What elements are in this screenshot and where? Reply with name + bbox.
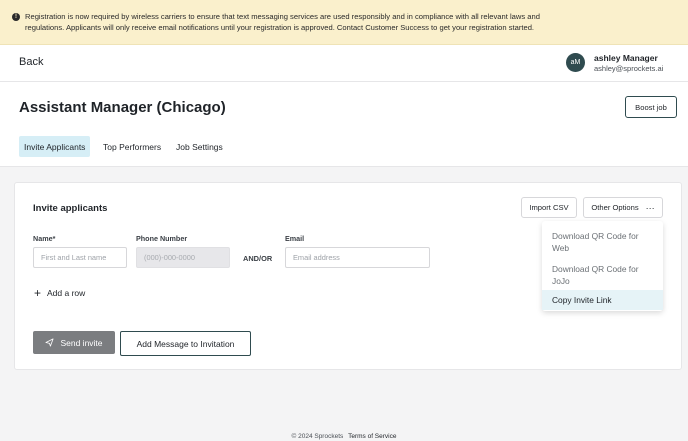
top-bar: Back aM ashley Manager ashley@sprockets.… bbox=[0, 45, 688, 82]
phone-input[interactable]: (000)-000-0000 bbox=[136, 247, 230, 268]
name-input[interactable]: First and Last name bbox=[33, 247, 127, 268]
email-label: Email bbox=[285, 234, 305, 243]
banner-text: Registration is now required by wireless… bbox=[25, 12, 540, 32]
send-invite-button[interactable]: Send invite bbox=[33, 331, 115, 354]
terms-link[interactable]: Terms of Service bbox=[348, 433, 396, 440]
menu-item-copy-invite-link[interactable]: Copy Invite Link bbox=[542, 290, 663, 310]
more-icon: ··· bbox=[645, 202, 655, 213]
email-input[interactable]: Email address bbox=[285, 247, 430, 268]
tab-job-settings[interactable]: Job Settings bbox=[176, 136, 223, 157]
footer: © 2024 Sprockets Terms of Service bbox=[0, 433, 688, 440]
other-options-menu: Download QR Code for Web Download QR Cod… bbox=[542, 221, 663, 311]
back-link[interactable]: Back bbox=[19, 56, 43, 68]
avatar[interactable]: aM bbox=[566, 53, 585, 72]
job-header: Assistant Manager (Chicago) Boost job In… bbox=[0, 82, 688, 167]
menu-item-qr-jojo[interactable]: Download QR Code for JoJo bbox=[542, 260, 663, 289]
registration-banner: ! Registration is now required by wirele… bbox=[0, 0, 688, 45]
other-options-label: Other Options bbox=[591, 203, 639, 212]
add-row-label: Add a row bbox=[47, 288, 86, 298]
import-csv-button[interactable]: Import CSV bbox=[521, 197, 577, 218]
user-email: ashley@sprockets.ai bbox=[594, 64, 664, 73]
add-message-button[interactable]: Add Message to Invitation bbox=[120, 331, 251, 356]
tab-top-performers[interactable]: Top Performers bbox=[103, 136, 161, 157]
and-or-label: AND/OR bbox=[243, 254, 273, 263]
add-row-button[interactable]: + Add a row bbox=[34, 286, 86, 300]
menu-item-qr-web[interactable]: Download QR Code for Web bbox=[542, 227, 663, 256]
phone-label: Phone Number bbox=[136, 234, 188, 243]
info-icon: ! bbox=[12, 13, 20, 21]
copyright-text: © 2024 Sprockets bbox=[291, 433, 344, 440]
name-label: Name* bbox=[33, 234, 56, 243]
page-title: Assistant Manager (Chicago) bbox=[19, 99, 226, 116]
user-name: ashley Manager bbox=[594, 53, 658, 63]
send-invite-label: Send invite bbox=[60, 337, 103, 348]
plus-icon: + bbox=[34, 286, 42, 300]
card-title: Invite applicants bbox=[33, 203, 108, 214]
boost-job-button[interactable]: Boost job bbox=[625, 96, 677, 118]
tab-invite-applicants[interactable]: Invite Applicants bbox=[19, 136, 91, 157]
other-options-button[interactable]: Other Options ··· bbox=[583, 197, 663, 218]
send-icon bbox=[45, 338, 54, 347]
